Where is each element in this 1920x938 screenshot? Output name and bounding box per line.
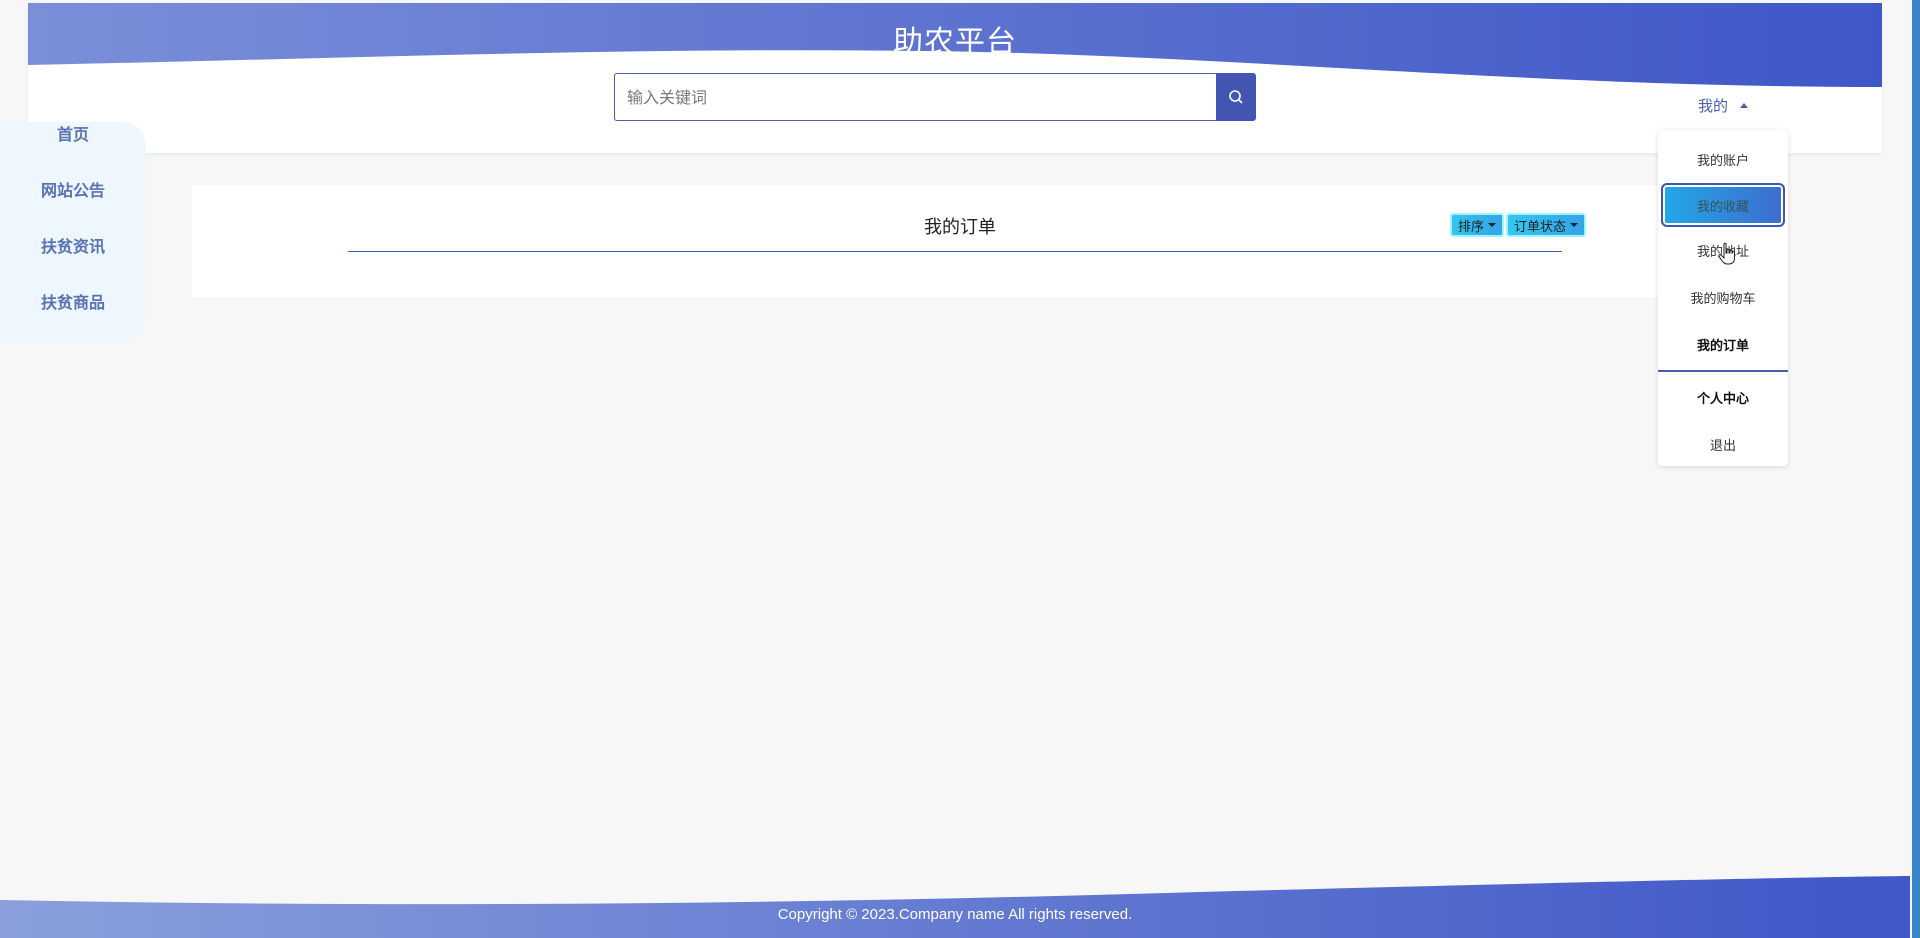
sidebar-item-poverty-products[interactable]: 扶贫商品 xyxy=(0,290,146,346)
title-divider xyxy=(348,251,1562,252)
search-bar xyxy=(614,73,1256,121)
search-button[interactable] xyxy=(1216,73,1256,121)
order-status-dropdown[interactable]: 订单状态 xyxy=(1506,213,1587,237)
sort-label: 排序 xyxy=(1458,219,1485,235)
footer: Copyright © 2023.Company name All rights… xyxy=(0,874,1910,938)
menu-item-logout[interactable]: 退出 xyxy=(1658,421,1788,468)
orders-panel: 我的订单 排序 订单状态 xyxy=(192,185,1672,297)
menu-item-my-account[interactable]: 我的账户 xyxy=(1658,136,1788,183)
chevron-up-icon xyxy=(1740,103,1749,108)
my-menu-toggle[interactable]: 我的 xyxy=(1698,95,1749,116)
my-menu-dropdown: 我的账户 我的收藏 我的地址 我的购物车 我的订单 个人中心 退出 xyxy=(1658,130,1788,466)
menu-item-my-orders[interactable]: 我的订单 xyxy=(1658,321,1788,368)
chevron-down-icon xyxy=(1570,223,1579,227)
sidebar-item-poverty-news[interactable]: 扶贫资讯 xyxy=(0,234,146,290)
hand-cursor-icon xyxy=(1718,242,1735,265)
menu-item-my-cart[interactable]: 我的购物车 xyxy=(1658,274,1788,321)
sidebar-item-announcements[interactable]: 网站公告 xyxy=(0,178,146,234)
sidebar-item-home[interactable]: 首页 xyxy=(0,122,146,178)
search-icon xyxy=(1229,90,1243,104)
chevron-down-icon xyxy=(1488,223,1497,227)
sort-dropdown[interactable]: 排序 xyxy=(1450,213,1505,237)
order-status-label: 订单状态 xyxy=(1514,219,1567,235)
copyright-text: Copyright © 2023.Company name All rights… xyxy=(777,906,1133,923)
page: 助农平台 我的 首页 网站公告 扶贫资讯 扶贫商品 我的订单 排序 订单 xyxy=(0,0,1920,938)
site-title: 助农平台 xyxy=(893,25,1017,60)
my-menu-label: 我的 xyxy=(1698,97,1729,115)
vertical-scrollbar[interactable] xyxy=(1912,0,1920,938)
menu-item-my-favorites[interactable]: 我的收藏 xyxy=(1661,183,1785,227)
menu-item-personal-center[interactable]: 个人中心 xyxy=(1658,374,1788,421)
sidebar: 首页 网站公告 扶贫资讯 扶贫商品 xyxy=(0,122,146,340)
search-input[interactable] xyxy=(614,73,1216,121)
header: 助农平台 我的 xyxy=(28,3,1882,153)
menu-divider xyxy=(1658,370,1788,372)
